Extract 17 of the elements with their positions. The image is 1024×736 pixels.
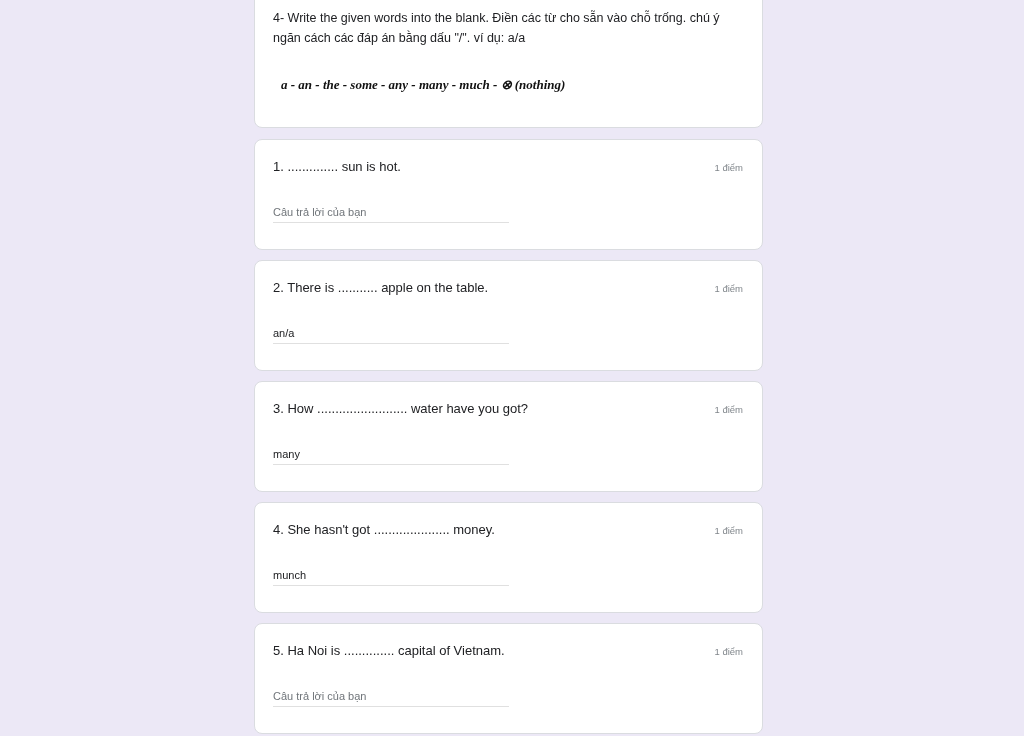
word-bank: a - an - the - some - any - many - much - ⊗ (nothing) [281, 76, 567, 94]
answer-field[interactable]: an/a [273, 322, 509, 344]
question-text: 4. She hasn't got ..................... money. [273, 522, 495, 538]
answer-field[interactable]: Câu trả lời của bạn [273, 685, 509, 707]
question-text: 5. Ha Noi is .............. capital of Vietnam. [273, 643, 505, 659]
answer-field[interactable]: Câu trả lời của bạn [273, 201, 509, 223]
question-text: 3. How ......................... water have you got? [273, 401, 529, 417]
points-label: 1 điểm [714, 645, 743, 659]
answer-field[interactable]: many [273, 443, 509, 465]
points-label: 1 điểm [714, 161, 743, 175]
points-label: 1 điểm [714, 282, 743, 296]
question-text: 1. .............. sun is hot. [273, 159, 401, 175]
answer-field[interactable]: munch [273, 564, 509, 586]
question-text: 2. There is ........... apple on the table. [273, 280, 489, 296]
points-label: 1 điểm [714, 403, 743, 417]
section-description: 4- Write the given words into the blank. Điền các từ cho sẵn vào chỗ trống. chú ý ngăn cách các đáp án bằng dấu "/". ví dụ: a/a [273, 9, 721, 47]
points-label: 1 điểm [714, 524, 743, 538]
